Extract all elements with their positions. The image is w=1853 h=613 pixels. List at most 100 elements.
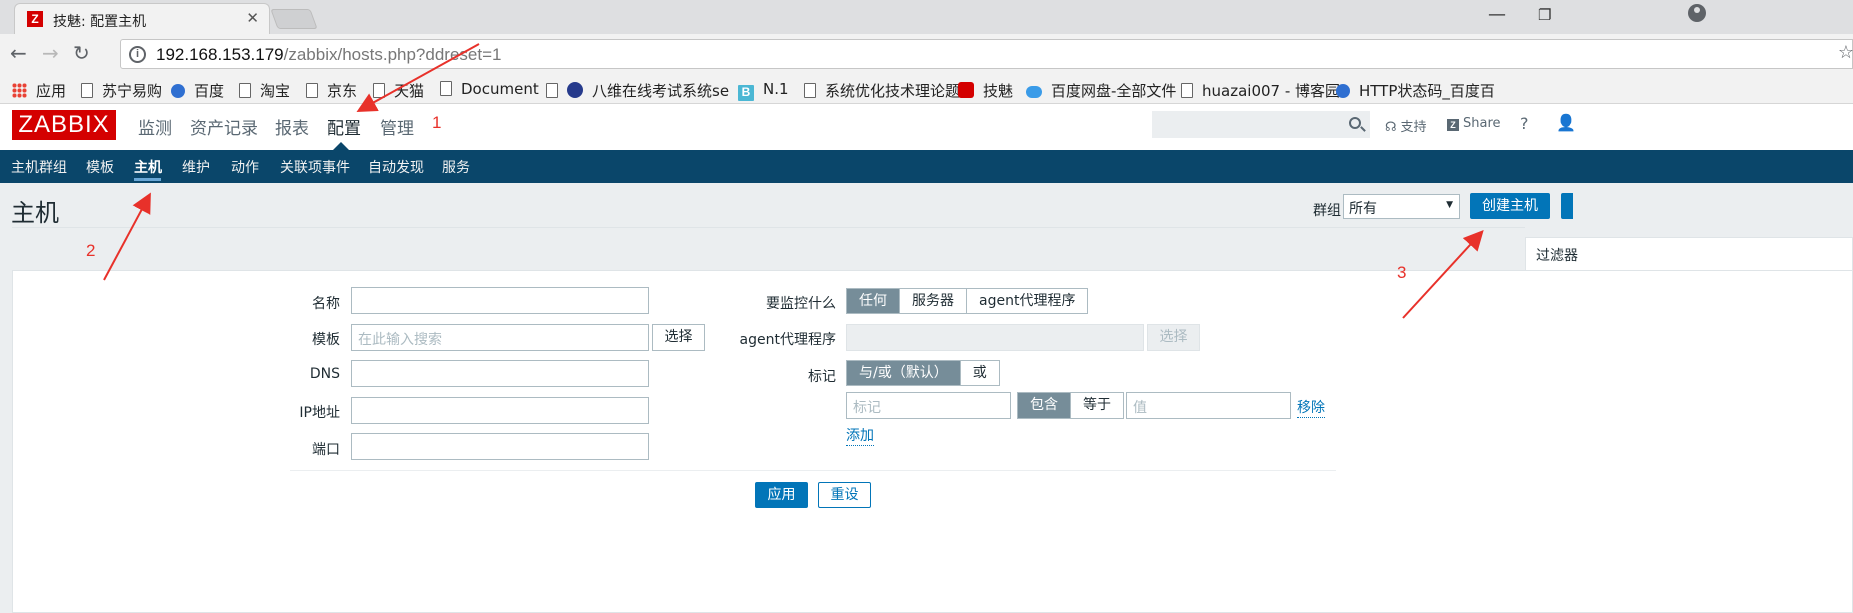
browser-tab-strip: Z 技魅: 配置主机 ✕ — ❐ [0, 0, 1853, 34]
bookmark-system-optimization[interactable]: 系统优化技术理论题 [804, 80, 960, 101]
group-select-value: 所有 [1349, 201, 1377, 217]
port-input[interactable] [351, 433, 649, 460]
tag-value-input[interactable]: 值 [1126, 392, 1291, 419]
zabbix-logo[interactable]: ZABBIX [12, 110, 116, 140]
name-input[interactable] [351, 287, 649, 314]
tags-eval-segmented: 与/或（默认） 或 [846, 360, 1000, 386]
port-label: 端口 [312, 442, 340, 458]
share-icon: Z [1447, 119, 1459, 131]
baidu-paw-icon [171, 84, 185, 98]
tag-operator-equals[interactable]: 等于 [1071, 393, 1123, 418]
apply-button[interactable]: 应用 [755, 482, 808, 508]
configuration-submenu: 主机群组 模板 主机 维护 动作 关联项事件 自动发现 服务 [0, 150, 1853, 183]
dns-input[interactable] [351, 360, 649, 387]
user-profile-icon[interactable]: 👤 [1556, 113, 1576, 132]
monitored-by-label: 要监控什么 [766, 296, 836, 312]
submenu-templates[interactable]: 模板 [86, 157, 114, 177]
bookmark-http-status[interactable]: HTTP状态码_百度百 [1336, 80, 1495, 101]
menu-inventory[interactable]: 资产记录 [190, 114, 258, 139]
template-label: 模板 [312, 332, 340, 348]
monitored-by-server[interactable]: 服务器 [900, 289, 967, 313]
page-icon [81, 83, 93, 98]
template-select-button[interactable]: 选择 [652, 324, 705, 351]
help-icon[interactable]: ? [1520, 114, 1529, 133]
tag-operator-contains[interactable]: 包含 [1018, 393, 1071, 418]
url-text[interactable]: 192.168.153.179/zabbix/hosts.php?ddreset… [156, 45, 501, 65]
page-icon [546, 83, 558, 98]
new-tab-button[interactable] [270, 9, 318, 29]
forward-icon[interactable]: → [42, 41, 59, 65]
submenu-actions[interactable]: 动作 [231, 157, 259, 177]
b-logo-icon: B [738, 85, 754, 101]
tags-eval-and-or[interactable]: 与/或（默认） [847, 361, 961, 385]
bookmark-tmall[interactable]: 天猫 [373, 80, 424, 101]
bookmark-jd[interactable]: 京东 [306, 80, 357, 101]
menu-administration[interactable]: 管理 [380, 114, 414, 139]
address-bar[interactable]: i 192.168.153.179/zabbix/hosts.php?ddres… [120, 39, 1853, 69]
bookmark-cnblogs[interactable]: huazai007 - 博客园 [1181, 80, 1340, 101]
cloud-icon [1026, 86, 1042, 98]
ip-input[interactable] [351, 397, 649, 424]
site-info-icon[interactable]: i [129, 46, 146, 63]
monitored-by-proxy[interactable]: agent代理程序 [967, 289, 1088, 313]
bookmark-apps[interactable]: 应用 [12, 80, 66, 101]
zabbix-header: ZABBIX 监测 资产记录 报表 配置 管理 ☊ 支持 Z Share ? 👤 [0, 104, 1853, 150]
reset-button[interactable]: 重设 [818, 482, 871, 508]
group-select[interactable]: 所有 [1343, 194, 1460, 219]
bookmark-suning[interactable]: 苏宁易购 [81, 80, 162, 101]
support-link[interactable]: ☊ 支持 [1385, 116, 1427, 135]
bookmark-jimei[interactable]: 技魅 [958, 80, 1013, 101]
remove-tag-link[interactable]: 移除 [1297, 397, 1325, 418]
global-search-input[interactable] [1152, 111, 1370, 138]
filter-tab[interactable]: 过滤器 [1525, 237, 1853, 271]
minimize-icon[interactable]: — [1488, 4, 1506, 25]
apps-icon [12, 83, 27, 98]
bookmark-star-icon[interactable]: ☆ [1838, 42, 1853, 63]
tag-name-input[interactable]: 标记 [846, 392, 1011, 419]
proxy-select-button: 选择 [1147, 324, 1200, 351]
submenu-services[interactable]: 服务 [442, 157, 470, 177]
bookmark-baidu-pan[interactable]: 百度网盘-全部文件 [1026, 80, 1176, 101]
restore-window-icon[interactable]: ❐ [1538, 6, 1551, 24]
active-submenu-underline [134, 178, 161, 181]
search-icon[interactable] [1349, 117, 1361, 129]
bookmark-document[interactable]: Document [440, 80, 539, 98]
page-icon [306, 83, 318, 98]
tags-eval-or[interactable]: 或 [960, 361, 999, 385]
reload-icon[interactable]: ↻ [73, 41, 90, 65]
active-menu-caret [333, 142, 349, 150]
globe-icon [567, 82, 583, 98]
create-host-button[interactable]: 创建主机 [1470, 193, 1550, 219]
menu-configuration[interactable]: 配置 [327, 114, 361, 139]
page-icon [440, 81, 452, 96]
bookmarks-bar: 应用 苏宁易购 百度 淘宝 京东 天猫 Document 八维在线考试系统se … [0, 74, 1853, 104]
bookmark-baidu[interactable]: 百度 [171, 80, 224, 101]
bookmark-exam-system[interactable]: 八维在线考试系统se [546, 80, 729, 101]
ip-label: IP地址 [299, 405, 340, 421]
page-title: 主机 [11, 199, 59, 227]
menu-reports[interactable]: 报表 [275, 114, 309, 139]
monitored-by-any[interactable]: 任何 [847, 289, 900, 313]
submenu-event-correlation[interactable]: 关联项事件 [280, 157, 350, 177]
url-host: 192.168.153.179 [156, 45, 284, 64]
filter-form-separator [290, 470, 1336, 471]
proxy-input [846, 324, 1144, 351]
menu-monitoring[interactable]: 监测 [138, 114, 172, 139]
proxy-label: agent代理程序 [739, 332, 836, 348]
import-button[interactable] [1561, 193, 1573, 219]
share-link[interactable]: Z Share [1447, 116, 1501, 131]
bookmark-n1[interactable]: B N.1 [738, 80, 789, 101]
name-label: 名称 [312, 296, 340, 312]
add-tag-link[interactable]: 添加 [846, 425, 874, 446]
back-icon[interactable]: ← [10, 41, 27, 65]
browser-toolbar: ← → ↻ i 192.168.153.179/zabbix/hosts.php… [0, 34, 1853, 74]
bookmark-taobao[interactable]: 淘宝 [239, 80, 290, 101]
submenu-hosts[interactable]: 主机 [134, 157, 162, 177]
submenu-discovery[interactable]: 自动发现 [368, 157, 424, 177]
close-tab-icon[interactable]: ✕ [246, 9, 259, 27]
submenu-host-groups[interactable]: 主机群组 [11, 157, 67, 177]
browser-tab[interactable]: Z 技魅: 配置主机 ✕ [14, 3, 270, 34]
profile-icon[interactable] [1688, 4, 1706, 22]
template-input[interactable]: 在此输入搜索 [351, 324, 649, 351]
submenu-maintenance[interactable]: 维护 [182, 157, 210, 177]
